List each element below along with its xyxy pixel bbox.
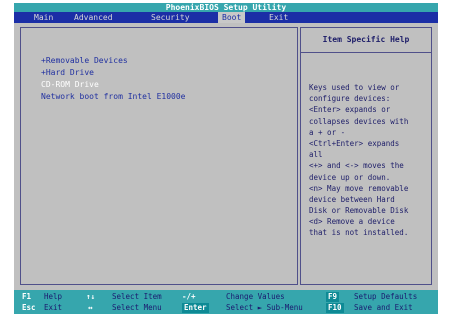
help-line: configure devices: — [309, 94, 391, 104]
help-line: <Ctrl+Enter> expands — [309, 138, 400, 148]
bios-title: PhoenixBIOS Setup Utility — [14, 3, 438, 12]
help-line: <n> May move removable — [309, 183, 409, 193]
help-line: a + or - — [309, 127, 346, 137]
footer-key-f10: F10 — [326, 303, 344, 313]
help-line: Disk or Removable Disk — [309, 206, 409, 216]
help-line: Keys used to view or — [309, 83, 400, 92]
bios-screen: PhoenixBIOS Setup Utility Main Advanced … — [14, 3, 438, 314]
help-panel-title: Item Specific Help — [301, 28, 431, 53]
footer-key-f9: F9 — [326, 292, 340, 302]
help-line: <+> and <-> moves the — [309, 161, 404, 171]
menu-bar: Main Advanced Security Boot Exit — [14, 12, 438, 23]
key-help-footer: F1 Help ↑↓ Select Item -/+ Change Values… — [14, 290, 438, 314]
help-line: that is not installed. — [309, 228, 409, 238]
footer-key-updown: ↑↓ — [86, 292, 96, 301]
boot-item-removable-devices[interactable]: +Removable Devices — [41, 55, 186, 67]
help-line: all — [309, 150, 323, 160]
footer-label-select-item: Select Item — [112, 292, 162, 301]
footer-key-f1: F1 — [22, 292, 32, 301]
help-line: device between Hard — [309, 194, 395, 204]
menu-exit[interactable]: Exit — [269, 12, 288, 23]
footer-label-change-values: Change Values — [226, 292, 285, 301]
menu-boot[interactable]: Boot — [218, 12, 246, 23]
footer-label-save-and-exit: Save and Exit — [354, 303, 413, 312]
footer-label-select-menu: Select Menu — [112, 303, 162, 312]
footer-key-esc: Esc — [22, 303, 36, 312]
help-text: Keys used to view or configure devices: … — [309, 82, 429, 239]
boot-order-panel: +Removable Devices +Hard Drive CD-ROM Dr… — [20, 27, 298, 285]
menu-main[interactable]: Main — [34, 12, 53, 23]
footer-label-setup-defaults: Setup Defaults — [354, 292, 418, 301]
item-help-panel: Item Specific Help Keys used to view or … — [300, 27, 432, 285]
menu-advanced[interactable]: Advanced — [74, 12, 113, 23]
footer-label-help: Help — [44, 292, 63, 301]
boot-item-network-boot[interactable]: Network boot from Intel E1000e — [41, 91, 186, 103]
boot-item-hard-drive[interactable]: +Hard Drive — [41, 67, 186, 79]
help-line: <Enter> expands or — [309, 105, 391, 115]
help-line: device up or down. — [309, 172, 391, 182]
footer-label-exit: Exit — [44, 303, 63, 312]
footer-key-minus-plus: -/+ — [182, 292, 196, 301]
boot-item-cd-rom-drive[interactable]: CD-ROM Drive — [41, 79, 186, 91]
menu-security[interactable]: Security — [151, 12, 190, 23]
footer-key-leftright: ↔ — [88, 303, 93, 312]
boot-device-list: +Removable Devices +Hard Drive CD-ROM Dr… — [41, 55, 186, 103]
footer-label-select-submenu: Select ► Sub-Menu — [226, 303, 303, 312]
help-line: collapses devices with — [309, 116, 409, 126]
help-line: <d> Remove a device — [309, 217, 395, 227]
footer-key-enter: Enter — [182, 303, 209, 313]
